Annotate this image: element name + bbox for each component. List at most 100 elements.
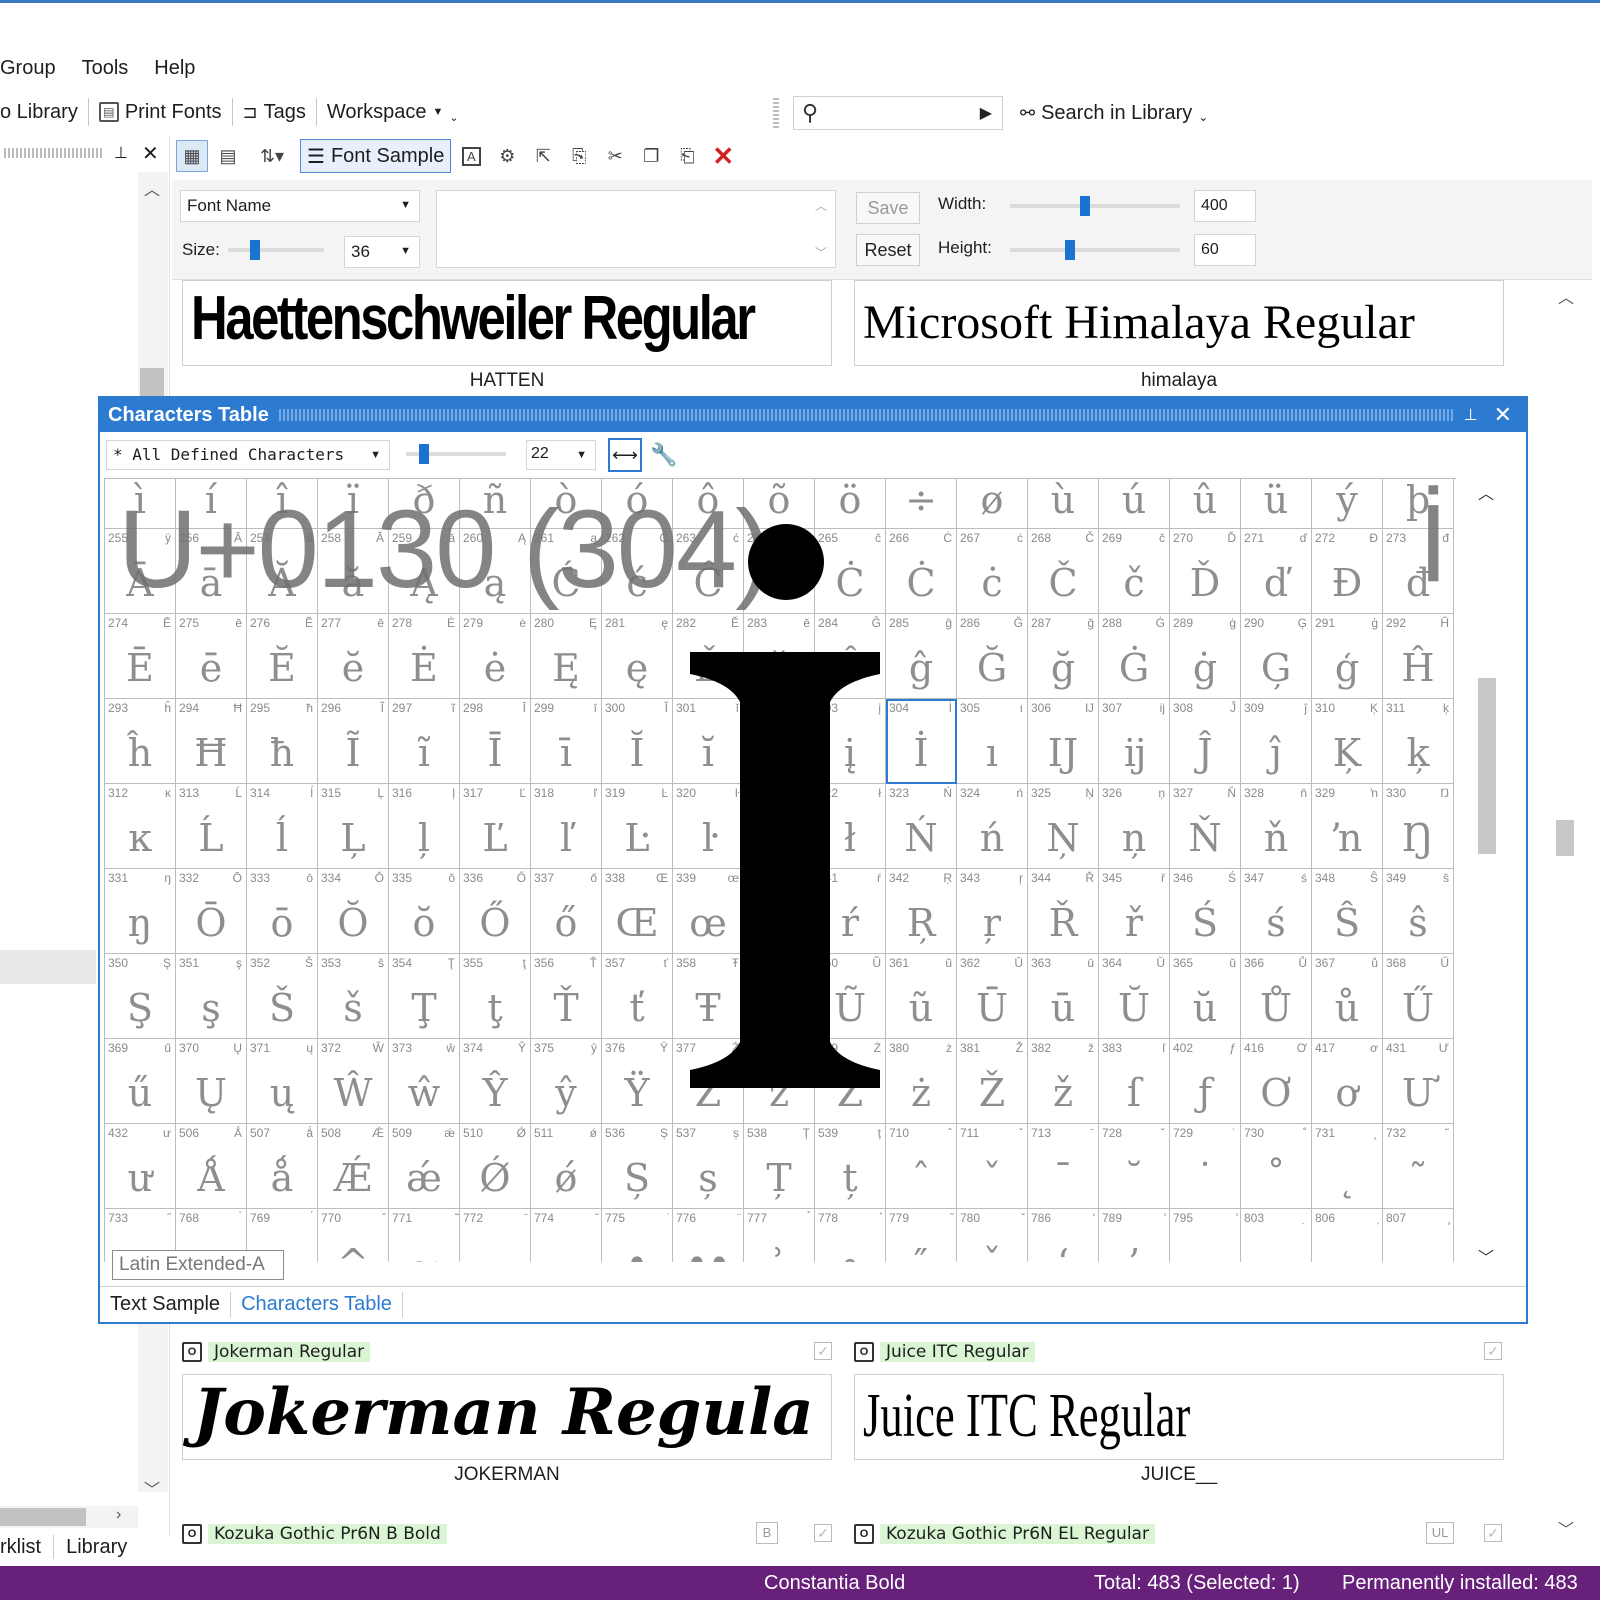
font-name-select[interactable]: Font Name ▼	[180, 190, 420, 222]
char-cell[interactable]: 313 Ĺ Ĺ	[176, 784, 247, 869]
char-cell[interactable]: 507 ǻ ǻ	[247, 1124, 318, 1209]
tab-worklist[interactable]: rklist	[0, 1536, 53, 1559]
char-cell[interactable]: 297 ĩ ĩ	[389, 699, 460, 784]
char-cell[interactable]: 537 ș ș	[673, 1124, 744, 1209]
char-cell[interactable]: 299 ī ī	[531, 699, 602, 784]
characters-scrollbar[interactable]	[1472, 478, 1502, 1262]
char-cell[interactable]: 316 ļ ļ	[389, 784, 460, 869]
char-cell[interactable]: 402 ƒ ƒ	[1170, 1039, 1241, 1124]
char-cell[interactable]: û	[1170, 479, 1241, 529]
char-size-slider-knob[interactable]	[419, 444, 429, 464]
scroll-down-icon[interactable]: ﹀	[1478, 1244, 1494, 1268]
char-cell[interactable]: 318 ľ ľ	[531, 784, 602, 869]
export-button[interactable]: ⇱	[527, 140, 559, 172]
titlebar-grip[interactable]	[278, 409, 1454, 421]
char-cell[interactable]: 344 Ř Ř	[1028, 869, 1099, 954]
paste-button[interactable]: ⎗	[671, 140, 703, 172]
char-cell[interactable]: 416 Ơ Ơ	[1241, 1039, 1312, 1124]
char-cell[interactable]: 267 ċ ċ	[957, 529, 1028, 614]
scroll-up-icon[interactable]: ︿	[815, 197, 827, 214]
char-cell[interactable]: 806̦,	[1312, 1209, 1383, 1262]
char-cell[interactable]: 317 Ľ Ľ	[460, 784, 531, 869]
scroll-down-icon[interactable]: ﹀	[815, 244, 827, 261]
char-cell[interactable]: 276 Ĕ Ĕ	[247, 614, 318, 699]
char-cell[interactable]: 326 ņ ņ	[1099, 784, 1170, 869]
activate-checkbox[interactable]: ✓	[1484, 1524, 1502, 1542]
grid-view-button[interactable]: ▦	[176, 140, 208, 172]
font-card-header[interactable]: O Jokerman Regular	[182, 1340, 371, 1364]
font-info-button[interactable]: ⎘	[563, 140, 595, 172]
sample-text-input[interactable]: ︿ ﹀	[436, 190, 836, 268]
tags-button[interactable]: ⊐ Tags	[233, 96, 316, 128]
char-cell[interactable]: 288 Ġ Ġ	[1099, 614, 1170, 699]
char-cell[interactable]: 431 Ư Ư	[1383, 1039, 1454, 1124]
scroll-up-icon[interactable]: ︿	[1478, 480, 1494, 504]
char-cell[interactable]: 381 Ž Ž	[957, 1039, 1028, 1124]
char-cell[interactable]: 361 ũ ũ	[886, 954, 957, 1039]
char-cell[interactable]: 287 ğ ğ	[1028, 614, 1099, 699]
char-cell[interactable]: 731 ˛ ˛	[1312, 1124, 1383, 1209]
char-cell[interactable]: 319 Ŀ Ŀ	[602, 784, 673, 869]
char-cell[interactable]: 275 ē ē	[176, 614, 247, 699]
char-cell[interactable]: 732 ˜ ˜	[1383, 1124, 1454, 1209]
char-cell[interactable]: 372 Ŵ Ŵ	[318, 1039, 389, 1124]
char-cell[interactable]: 289 ġ ġ	[1170, 614, 1241, 699]
font-card-sample[interactable]: Jokerman Regula	[182, 1374, 832, 1460]
char-cell[interactable]: 383 ſ ſ	[1099, 1039, 1170, 1124]
letter-a-button[interactable]: A	[455, 140, 487, 172]
char-cell[interactable]: 778̊∘	[815, 1209, 886, 1262]
char-cell[interactable]: 268 Č Č	[1028, 529, 1099, 614]
char-cell[interactable]: 349 ŝ ŝ	[1383, 869, 1454, 954]
char-cell[interactable]: 368 Ű Ű	[1383, 954, 1454, 1039]
char-cell[interactable]: 272 Đ Đ	[1312, 529, 1383, 614]
char-cell[interactable]: 328 ň ň	[1241, 784, 1312, 869]
menu-help[interactable]: Help	[154, 57, 195, 80]
char-cell[interactable]: 293 ĥ ĥ	[105, 699, 176, 784]
char-cell[interactable]: 511 ǿ ǿ	[531, 1124, 602, 1209]
char-cell[interactable]: 286 Ğ Ğ	[957, 614, 1028, 699]
library-button[interactable]: o Library	[0, 96, 88, 128]
font-sample-button[interactable]: ☰ Font Sample	[300, 139, 452, 173]
char-cell[interactable]: 308 Ĵ Ĵ	[1170, 699, 1241, 784]
width-input[interactable]: 400	[1194, 190, 1256, 222]
char-cell[interactable]: 309 ĵ ĵ	[1241, 699, 1312, 784]
scroll-right-icon[interactable]: ›	[116, 1506, 121, 1524]
reset-button[interactable]: Reset	[856, 234, 920, 266]
char-cell[interactable]: 506 Ǻ Ǻ	[176, 1124, 247, 1209]
height-input[interactable]: 60	[1194, 234, 1256, 266]
width-slider-knob[interactable]	[1079, 196, 1090, 216]
menu-tools[interactable]: Tools	[82, 57, 129, 80]
scroll-thumb[interactable]	[1478, 678, 1496, 854]
char-cell[interactable]: 771̃~	[389, 1209, 460, 1262]
char-cell[interactable]: 312 ĸ ĸ	[105, 784, 176, 869]
scroll-thumb[interactable]	[140, 368, 164, 398]
char-cell[interactable]: 357 ť ť	[602, 954, 673, 1039]
char-cell[interactable]: 363 ū ū	[1028, 954, 1099, 1039]
char-cell[interactable]: 789̕’	[1099, 1209, 1170, 1262]
char-cell[interactable]: 315 Ļ Ļ	[318, 784, 389, 869]
char-cell[interactable]: 795̛‚	[1170, 1209, 1241, 1262]
font-card-header[interactable]: O Juice ITC Regular	[854, 1340, 1035, 1364]
char-cell[interactable]: 325 Ņ Ņ	[1028, 784, 1099, 869]
char-cell[interactable]: 298 Ī Ī	[460, 699, 531, 784]
panel-grip[interactable]	[4, 148, 104, 158]
char-cell[interactable]: 348 Ŝ Ŝ	[1312, 869, 1383, 954]
char-cell[interactable]: 346 Ś Ś	[1170, 869, 1241, 954]
char-cell[interactable]: 364 Ŭ Ŭ	[1099, 954, 1170, 1039]
workspace-dropdown[interactable]: Workspace ▼ ⌄	[317, 96, 469, 128]
char-cell[interactable]: 279 ė ė	[460, 614, 531, 699]
char-cell[interactable]: 371 ų ų	[247, 1039, 318, 1124]
char-cell[interactable]: 354 Ţ Ţ	[389, 954, 460, 1039]
char-cell[interactable]: 278 Ė Ė	[389, 614, 460, 699]
char-cell[interactable]: 335 ŏ ŏ	[389, 869, 460, 954]
char-cell[interactable]: 536 Ș Ș	[602, 1124, 673, 1209]
char-cell[interactable]: 324 ń ń	[957, 784, 1028, 869]
char-cell[interactable]: 772̄–	[460, 1209, 531, 1262]
search-input[interactable]	[828, 101, 968, 125]
char-cell[interactable]: 292 Ĥ Ĥ	[1383, 614, 1454, 699]
char-cell[interactable]: 356 Ť Ť	[531, 954, 602, 1039]
menu-group[interactable]: Group	[0, 57, 56, 80]
char-cell[interactable]: 776̈••	[673, 1209, 744, 1262]
char-cell[interactable]: 296 Ĩ Ĩ	[318, 699, 389, 784]
activate-checkbox[interactable]: ✓	[1484, 1342, 1502, 1360]
